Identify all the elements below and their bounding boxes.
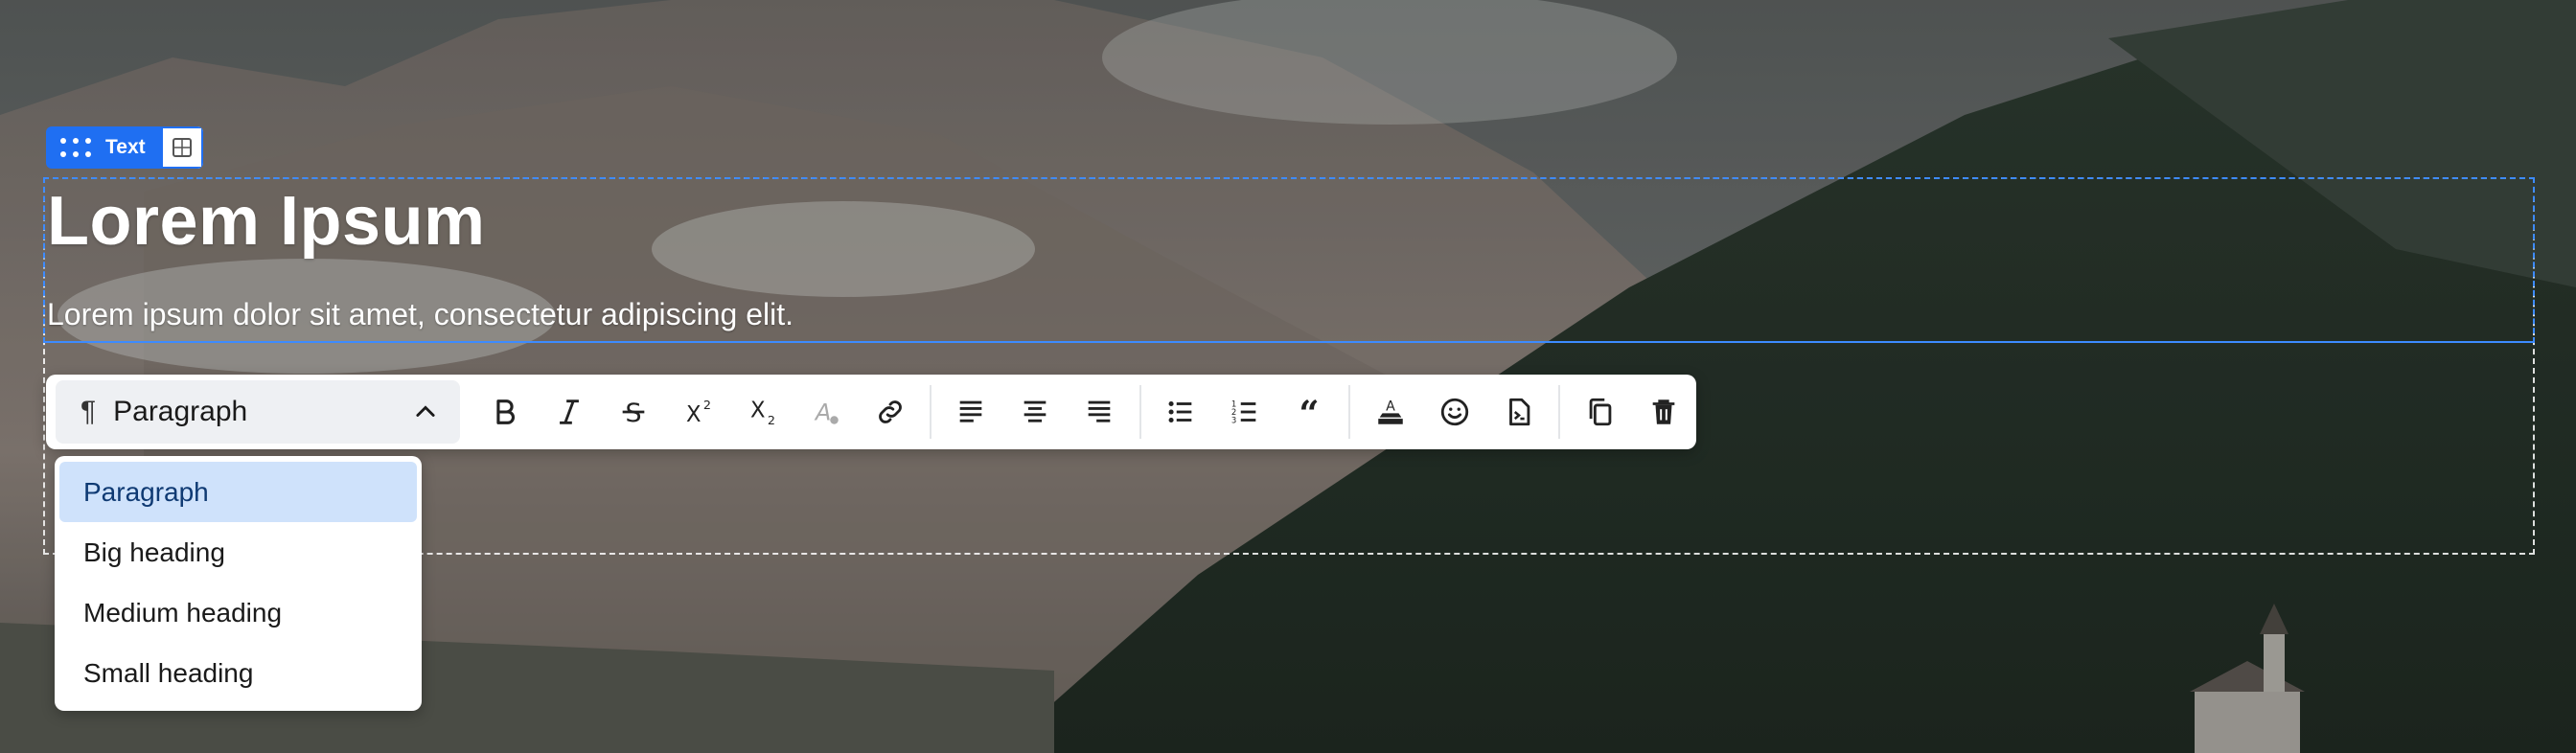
italic-button[interactable] bbox=[538, 380, 602, 444]
align-left-icon bbox=[960, 400, 982, 422]
pilcrow-icon: ¶ bbox=[80, 396, 97, 427]
subscript-button[interactable]: X2 bbox=[729, 380, 794, 444]
numbered-list-icon: 123 bbox=[1231, 399, 1256, 425]
align-left-button[interactable] bbox=[939, 380, 1003, 444]
bold-icon bbox=[496, 399, 516, 424]
block-type-tag: Text bbox=[46, 126, 203, 169]
toolbar-divider bbox=[930, 385, 932, 439]
svg-text:X: X bbox=[686, 402, 702, 427]
emoji-icon bbox=[1440, 398, 1468, 426]
page-heading[interactable]: Lorem Ipsum bbox=[47, 182, 486, 261]
grid-icon bbox=[172, 138, 192, 157]
toolbar-divider bbox=[1558, 385, 1561, 439]
toolbar-divider bbox=[1348, 385, 1351, 439]
format-option-big-heading[interactable]: Big heading bbox=[59, 522, 417, 582]
insert-field-icon bbox=[1508, 398, 1530, 426]
chevron-up-icon bbox=[416, 405, 435, 417]
quote-button[interactable]: “ bbox=[1277, 380, 1342, 444]
bullet-list-button[interactable] bbox=[1149, 380, 1213, 444]
format-option-medium-heading[interactable]: Medium heading bbox=[59, 582, 417, 643]
strikethrough-icon: S bbox=[622, 399, 645, 428]
duplicate-button[interactable] bbox=[1568, 380, 1632, 444]
svg-text:A: A bbox=[814, 399, 831, 426]
duplicate-icon bbox=[1589, 398, 1611, 426]
formatting-toolbar: ¶ Paragraph S X2 X2 A 123 “ A bbox=[46, 375, 1696, 449]
svg-text:3: 3 bbox=[1231, 416, 1236, 425]
superscript-button[interactable]: X2 bbox=[665, 380, 729, 444]
bold-button[interactable] bbox=[473, 380, 538, 444]
grid-layout-button[interactable] bbox=[160, 126, 203, 169]
subscript-icon: X2 bbox=[750, 399, 775, 428]
svg-text:“: “ bbox=[1299, 396, 1319, 428]
align-center-icon bbox=[1024, 400, 1046, 422]
toolbar-divider bbox=[1138, 385, 1141, 439]
strikethrough-button[interactable]: S bbox=[602, 380, 666, 444]
format-select-value: Paragraph bbox=[113, 396, 248, 427]
quote-icon: “ bbox=[1299, 396, 1319, 428]
text-color-button[interactable]: A bbox=[1358, 380, 1422, 444]
link-button[interactable] bbox=[858, 380, 922, 444]
numbered-list-button[interactable]: 123 bbox=[1213, 380, 1277, 444]
body-paragraph[interactable]: Lorem ipsum dolor sit amet, consectetur … bbox=[47, 297, 794, 332]
emoji-button[interactable] bbox=[1422, 380, 1486, 444]
delete-button[interactable] bbox=[1632, 380, 1696, 444]
italic-icon bbox=[560, 399, 579, 424]
insert-field-button[interactable] bbox=[1486, 380, 1551, 444]
text-color-icon: A bbox=[1378, 399, 1403, 424]
link-icon bbox=[878, 400, 902, 423]
align-center-button[interactable] bbox=[1003, 380, 1068, 444]
clear-format-button[interactable]: A bbox=[794, 380, 858, 444]
superscript-icon: X2 bbox=[686, 399, 711, 427]
svg-text:X: X bbox=[750, 399, 766, 423]
format-select[interactable]: ¶ Paragraph bbox=[56, 380, 460, 444]
align-right-button[interactable] bbox=[1068, 380, 1132, 444]
svg-text:A: A bbox=[1386, 399, 1395, 415]
format-option-paragraph[interactable]: Paragraph bbox=[59, 462, 417, 522]
bullet-list-icon bbox=[1168, 400, 1192, 423]
block-type-label: Text bbox=[105, 136, 146, 158]
clear-format-icon: A bbox=[814, 399, 839, 426]
format-option-small-heading[interactable]: Small heading bbox=[59, 643, 417, 703]
svg-text:2: 2 bbox=[768, 414, 775, 428]
align-right-icon bbox=[1088, 400, 1111, 422]
format-dropdown-menu: Paragraph Big heading Medium heading Sma… bbox=[55, 456, 422, 711]
delete-icon bbox=[1653, 399, 1675, 424]
drag-handle-icon[interactable] bbox=[46, 126, 105, 169]
svg-text:2: 2 bbox=[703, 399, 711, 413]
